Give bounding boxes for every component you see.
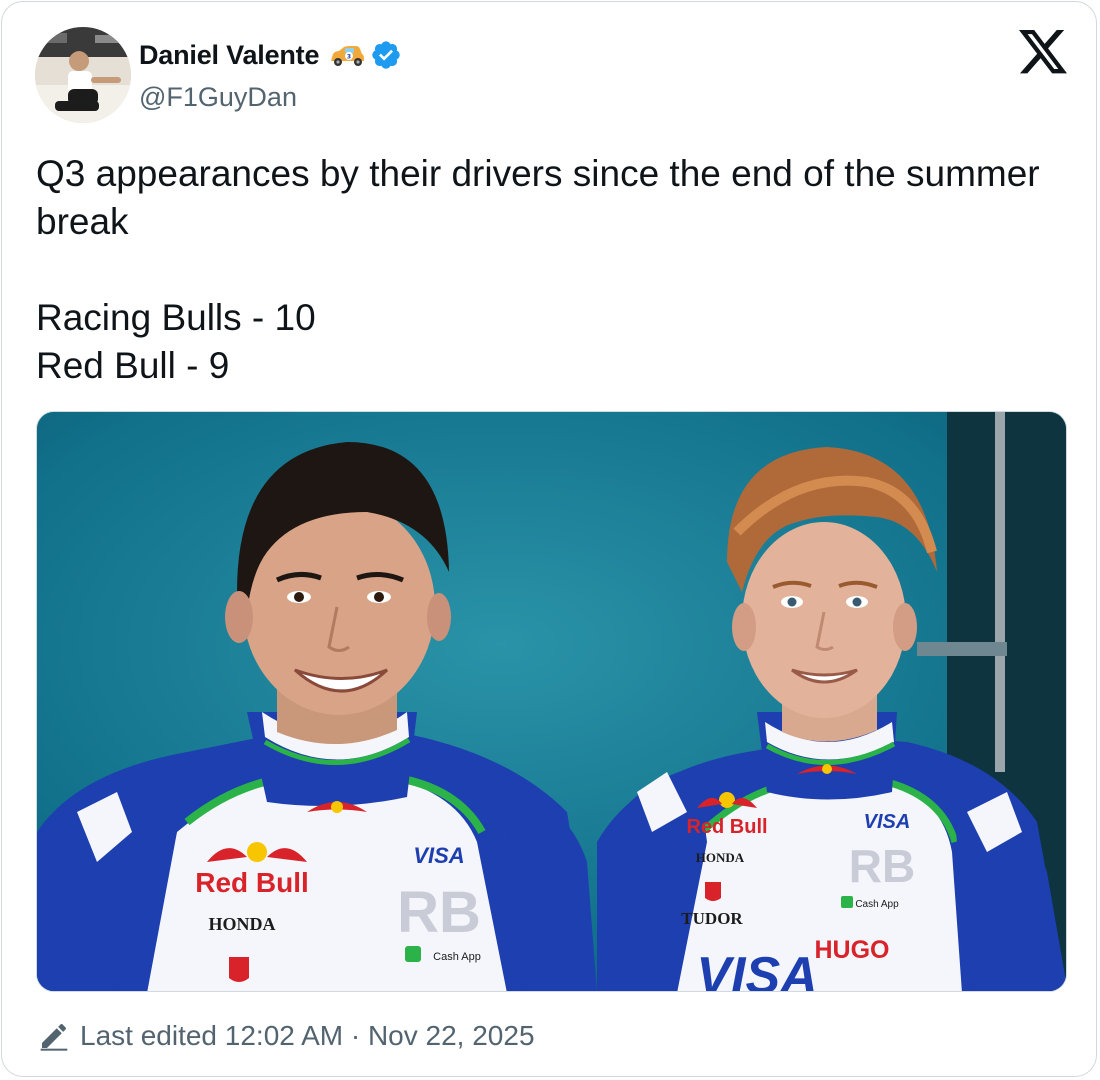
left-redbull-text: Red Bull xyxy=(195,867,309,898)
right-tudor-text: TUDOR xyxy=(681,909,743,928)
avatar[interactable] xyxy=(35,27,131,123)
svg-text:RB: RB xyxy=(849,840,915,892)
svg-text:VISA: VISA xyxy=(696,947,817,992)
racing-car-emoji-icon: 3 xyxy=(328,41,366,69)
profile-photo xyxy=(35,27,131,123)
left-honda-text: HONDA xyxy=(209,914,276,934)
right-hugo-text: HUGO xyxy=(815,936,890,964)
tweet-media-photo[interactable]: Red Bull HONDA VISA RB Cash App Red Bull… xyxy=(36,411,1067,992)
tweet-card[interactable]: Daniel Valente 3 @F1GuyDan Q3 appearance… xyxy=(1,1,1097,1077)
svg-text:RB: RB xyxy=(397,880,481,945)
x-logo-icon[interactable] xyxy=(1019,30,1067,74)
left-visa-text: VISA xyxy=(413,843,464,868)
author-name-row[interactable]: Daniel Valente 3 xyxy=(139,36,402,74)
tweet-text: Q3 appearances by their drivers since th… xyxy=(36,150,1056,390)
photo-of-two-drivers: Red Bull HONDA VISA RB Cash App Red Bull… xyxy=(37,412,1066,992)
right-visa-text: VISA xyxy=(864,811,911,833)
right-honda-text: HONDA xyxy=(696,850,745,865)
tweet-footer[interactable]: Last edited 12:02 AM · Nov 22, 2025 xyxy=(38,1014,535,1058)
last-edited-timestamp[interactable]: Last edited 12:02 AM · Nov 22, 2025 xyxy=(80,1020,535,1052)
left-cashapp-text: Cash App xyxy=(433,951,481,963)
author-handle[interactable]: @F1GuyDan xyxy=(139,82,297,113)
author-display-name[interactable]: Daniel Valente xyxy=(139,40,319,71)
right-cashapp-text: Cash App xyxy=(855,899,899,910)
pencil-icon xyxy=(38,1020,70,1052)
tweet-line-red-bull: Red Bull - 9 xyxy=(36,345,230,386)
tweet-line-heading: Q3 appearances by their drivers since th… xyxy=(36,153,1040,242)
right-redbull-text: Red Bull xyxy=(686,816,767,838)
svg-text:3: 3 xyxy=(347,54,351,61)
verified-badge-icon[interactable] xyxy=(370,39,402,71)
tweet-line-racing-bulls: Racing Bulls - 10 xyxy=(36,297,316,338)
